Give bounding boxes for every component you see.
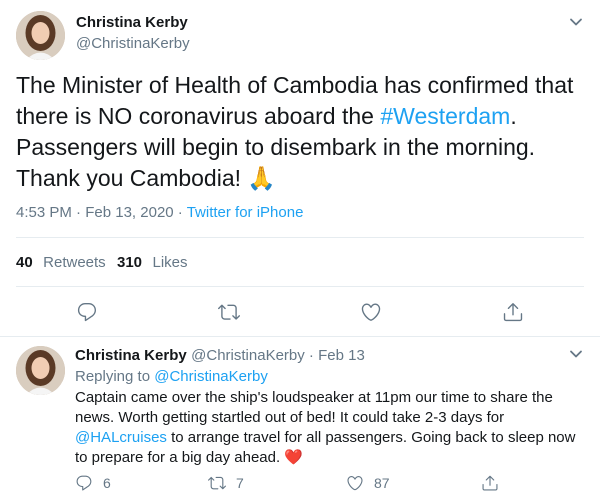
reply-like-button[interactable]: 87 [346,474,390,492]
tweet-text-segment: . [510,103,517,129]
reply-header: Christina Kerby @ChristinaKerby · Feb 13 [75,347,365,365]
heart-emoji: ❤️ [284,449,303,466]
divider [16,286,584,287]
divider [0,336,600,337]
replying-to: Replying to @ChristinaKerby [75,368,268,385]
reply-author-name[interactable]: Christina Kerby [75,347,187,364]
hashtag-link[interactable]: #Westerdam [380,103,510,129]
tweet-client-link[interactable]: Twitter for iPhone [187,204,304,221]
reply-share-button[interactable] [481,474,499,492]
divider [16,237,584,238]
like-count: 87 [374,475,390,491]
author-handle[interactable]: @ChristinaKerby [76,35,190,52]
retweets-label: Retweets [43,254,106,271]
chevron-down-icon[interactable] [566,344,586,364]
author-avatar[interactable] [16,11,65,60]
reply-date[interactable]: Feb 13 [318,347,365,364]
heart-icon [346,474,364,492]
likes-count: 310 [117,254,143,271]
tweet-text-line: Passengers will begin to disembark in th… [16,134,536,160]
tweet-text-segment: there is NO coronavirus aboard the [16,103,381,129]
likes-label: Likes [152,254,188,271]
tweet-text-line: there is NO coronavirus aboard the #West… [16,101,586,132]
meta-separator: · [71,204,86,221]
meta-separator: · [173,204,187,221]
retweet-icon [208,474,226,492]
reply-text-line: news. Worth getting startled out of bed!… [75,409,505,426]
tweet-timestamp: 4:53 PM · Feb 13, 2020 · Twitter for iPh… [16,204,303,221]
tweet-time[interactable]: 4:53 PM [16,204,72,221]
share-icon [481,474,499,492]
reply-icon [75,474,93,492]
retweets-stat[interactable]: 40 Retweets [16,254,106,272]
retweet-count: 7 [236,475,244,491]
mention-link[interactable]: @HALcruises [75,429,167,446]
tweet-text-segment: Thank you Cambodia! [16,165,248,191]
reply-text-line: to prepare for a big day ahead. ❤️ [75,448,590,468]
reply-text-line: @HALcruises to arrange travel for all pa… [75,428,590,448]
replying-to-handle[interactable]: @ChristinaKerby [154,368,268,385]
reply-count: 6 [103,475,111,491]
tweet-text-line: Thank you Cambodia! 🙏 [16,163,586,194]
tweet-date[interactable]: Feb 13, 2020 [85,204,173,221]
heart-icon[interactable] [360,301,382,323]
retweets-count: 40 [16,254,33,271]
reply-text-segment: to arrange travel for all passengers. Go… [166,429,576,446]
reply-retweet-button[interactable]: 7 [208,474,244,492]
share-icon[interactable] [502,301,524,323]
likes-stat[interactable]: 310 Likes [117,254,188,272]
author-name[interactable]: Christina Kerby [76,14,188,31]
replying-to-label: Replying to [75,368,155,385]
reply-text-line: Captain came over the ship's loudspeaker… [75,389,553,406]
meta-separator: · [304,347,319,364]
folded-hands-emoji: 🙏 [247,165,277,191]
reply-text-segment: to prepare for a big day ahead. [75,449,285,466]
tweet-text-line: The Minister of Health of Cambodia has c… [16,72,574,98]
reply-icon[interactable] [76,301,98,323]
reply-author-avatar[interactable] [16,346,65,395]
reply-reply-button[interactable]: 6 [75,474,111,492]
retweet-icon[interactable] [218,301,240,323]
reply-author-handle[interactable]: @ChristinaKerby [191,347,305,364]
tweet-text: The Minister of Health of Cambodia has c… [16,70,586,194]
reply-text: Captain came over the ship's loudspeaker… [75,388,590,468]
chevron-down-icon[interactable] [566,12,586,32]
